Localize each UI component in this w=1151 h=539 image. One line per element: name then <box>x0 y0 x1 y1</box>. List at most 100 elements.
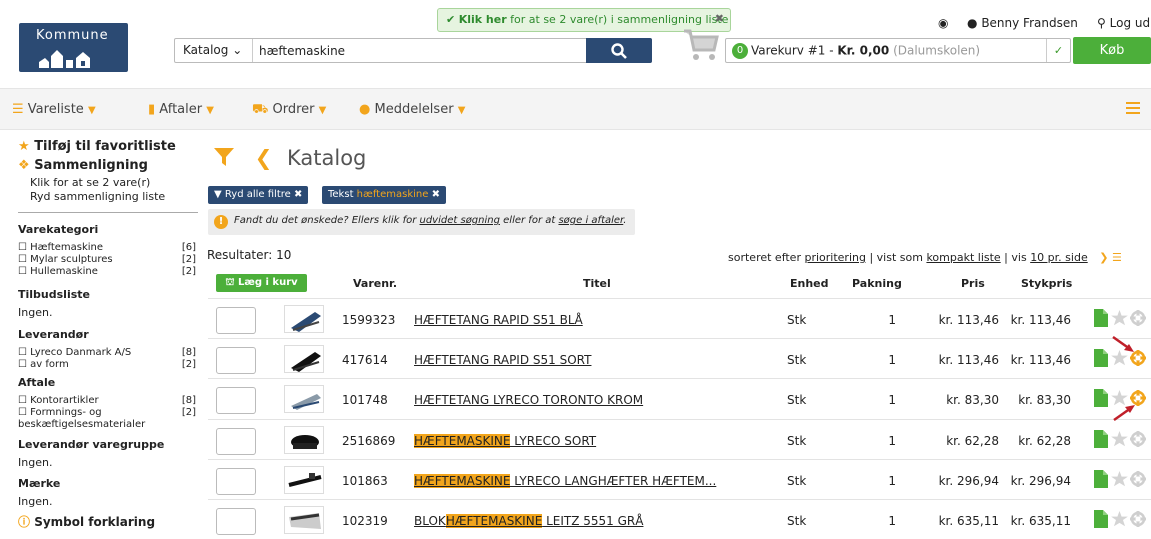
filter-checkbox[interactable]: ☐ Formnings- og [2] <box>18 407 198 418</box>
text-filter-chip[interactable]: Tekst hæftemaskine ✖ <box>322 186 446 204</box>
check-circle-icon: ✔ <box>446 13 456 26</box>
hamburger-menu-icon[interactable] <box>1126 102 1140 114</box>
add-to-cart-button[interactable]: ⛫ Læg i kurv <box>216 274 307 292</box>
basket-select[interactable]: 0 Varekurv #1 - Kr. 0,00 (Dalumskolen) ✓ <box>725 38 1071 63</box>
favorite-label: Tilføj til favoritliste <box>34 139 176 154</box>
nav-item-meddelelser[interactable]: ● Meddelelser ▼ <box>359 102 465 117</box>
product-title-link[interactable]: HÆFTETANG LYRECO TORONTO KROM <box>414 393 643 407</box>
close-icon[interactable]: ✖ <box>715 12 724 25</box>
buy-button[interactable]: Køb <box>1073 37 1151 64</box>
filter-checkbox[interactable]: ☐ av form [2] <box>18 359 198 370</box>
kommune-logo[interactable]: Kommune <box>19 23 128 72</box>
filter-icon[interactable] <box>214 148 234 166</box>
table-row: 101748 HÆFTETANG LYRECO TORONTO KROM Stk 1 k… <box>208 378 1151 418</box>
filter-label-cont: beskæftigelsesmaterialer <box>18 419 146 430</box>
title-rest: HÆFTETANG RAPID S51 BLÅ <box>414 313 583 327</box>
document-icon[interactable] <box>1094 309 1108 327</box>
notice-link[interactable]: Klik her <box>459 13 507 26</box>
document-icon[interactable] <box>1094 430 1108 448</box>
title-rest: LYRECO LANGHÆFTER HÆFTEM... <box>510 474 717 488</box>
back-chevron-icon[interactable]: ❮ <box>255 146 273 170</box>
column-header-pris[interactable]: Pris <box>961 277 985 290</box>
filter-checkbox[interactable]: ☐ Hæftemaskine [6] <box>18 242 198 253</box>
page-title: Katalog <box>286 146 367 170</box>
shopping-cart-icon[interactable] <box>682 28 720 62</box>
product-title-link[interactable]: HÆFTETANG RAPID S51 BLÅ <box>414 313 583 327</box>
document-icon[interactable] <box>1094 349 1108 367</box>
favorite-star-icon[interactable] <box>1111 511 1128 527</box>
compare-icon[interactable] <box>1130 310 1146 326</box>
compare-icon[interactable] <box>1130 511 1146 527</box>
unit-price: kr. 113,46 <box>1010 353 1071 367</box>
advanced-search-link[interactable]: udvidet søgning <box>420 215 500 226</box>
column-header-enhed[interactable]: Enhed <box>790 277 829 290</box>
product-image[interactable] <box>284 345 324 373</box>
favorite-star-icon[interactable] <box>1111 471 1128 487</box>
info-icon: ⓘ <box>18 515 31 529</box>
symbol-legend-link[interactable]: ⓘ Symbol forklaring <box>18 513 155 530</box>
filter-checkbox[interactable]: ☐ Mylar sculptures [2] <box>18 254 198 265</box>
product-image[interactable] <box>284 385 324 413</box>
search-agreements-link[interactable]: søge i aftaler <box>558 215 623 226</box>
sort-link[interactable]: prioritering <box>804 251 865 264</box>
hint-text: Fandt du det ønskede? Ellers klik for <box>234 215 420 226</box>
add-favorite-link[interactable]: ★ Tilføj til favoritliste <box>18 139 176 154</box>
quantity-input[interactable] <box>216 307 256 334</box>
search-scope-select[interactable]: Katalog ⌄ <box>175 39 253 62</box>
product-image[interactable] <box>284 426 324 454</box>
quantity-input[interactable] <box>216 508 256 535</box>
list-view-icon[interactable]: ☰ <box>1112 251 1122 264</box>
unit: Stk <box>787 474 807 488</box>
column-header-varenr[interactable]: Varenr. <box>353 277 397 290</box>
column-header-stykpris[interactable]: Stykpris <box>1021 277 1072 290</box>
product-title-link[interactable]: HÆFTEMASKINE LYRECO LANGHÆFTER HÆFTEM... <box>414 474 716 488</box>
compare-clear-link[interactable]: Ryd sammenligning liste <box>30 190 165 203</box>
document-icon[interactable] <box>1094 470 1108 488</box>
product-image[interactable] <box>284 305 324 333</box>
unit: Stk <box>787 434 807 448</box>
compare-icon[interactable] <box>1130 431 1146 447</box>
page-size-link[interactable]: 10 pr. side <box>1030 251 1088 264</box>
nav-item-ordrer[interactable]: ⛟ Ordrer ▼ <box>252 102 326 119</box>
column-header-pakning[interactable]: Pakning <box>852 277 902 290</box>
compare-view-link[interactable]: Klik for at se 2 vare(r) <box>30 176 150 189</box>
favorite-star-icon[interactable] <box>1111 310 1128 326</box>
document-icon[interactable] <box>1094 510 1108 528</box>
category-heading: Varekategori <box>18 223 99 236</box>
quantity-input[interactable] <box>216 428 256 455</box>
quantity-input[interactable] <box>216 387 256 414</box>
filter-checkbox[interactable]: ☐ Hullemaskine [2] <box>18 266 198 277</box>
product-image[interactable] <box>284 466 324 494</box>
user-name: Benny Frandsen <box>981 16 1078 30</box>
nav-item-aftaler[interactable]: ▮ Aftaler ▼ <box>148 102 214 117</box>
clear-filters-chip[interactable]: ▼ Ryd alle filtre ✖ <box>208 186 309 204</box>
search-button[interactable] <box>586 38 652 63</box>
logout-button[interactable]: ⚲ Log ud <box>1097 16 1150 30</box>
filter-checkbox[interactable]: ☐ Lyreco Danmark A/S [8] <box>18 347 198 358</box>
document-icon[interactable] <box>1094 389 1108 407</box>
basket-name: Varekurv #1 - <box>751 43 838 58</box>
chevron-down-icon[interactable]: ✓ <box>1046 39 1070 62</box>
cart-icon: ⛫ <box>225 277 235 288</box>
user-menu[interactable]: ● Benny Frandsen <box>967 16 1078 30</box>
settings-icon[interactable]: ◉ <box>938 16 948 30</box>
view-mode-link[interactable]: kompakt liste <box>926 251 1000 264</box>
nav-item-vareliste[interactable]: ☰ Vareliste ▼ <box>12 102 96 117</box>
item-number: 417614 <box>342 353 388 367</box>
list-icon: ☰ <box>12 102 24 117</box>
quantity-input[interactable] <box>216 347 256 374</box>
product-title-link[interactable]: BLOKHÆFTEMASKINE LEITZ 5551 GRÅ <box>414 514 643 528</box>
column-header-titel[interactable]: Titel <box>583 277 611 290</box>
quantity-input[interactable] <box>216 468 256 495</box>
compare-icon[interactable] <box>1130 471 1146 487</box>
product-title-link[interactable]: HÆFTETANG RAPID S51 SORT <box>414 353 591 367</box>
filter-checkbox[interactable]: ☐ Kontorartikler [8] <box>18 395 198 406</box>
page-title-row: ❮ Katalog <box>214 146 366 170</box>
next-page-icon[interactable]: ❯ <box>1099 251 1108 264</box>
product-image[interactable] <box>284 506 324 534</box>
search-input[interactable] <box>253 39 583 62</box>
sort-text: | vis <box>1000 251 1031 264</box>
product-title-link[interactable]: HÆFTEMASKINE LYRECO SORT <box>414 434 596 448</box>
skyline-icon <box>39 50 90 68</box>
favorite-star-icon[interactable] <box>1111 431 1128 447</box>
